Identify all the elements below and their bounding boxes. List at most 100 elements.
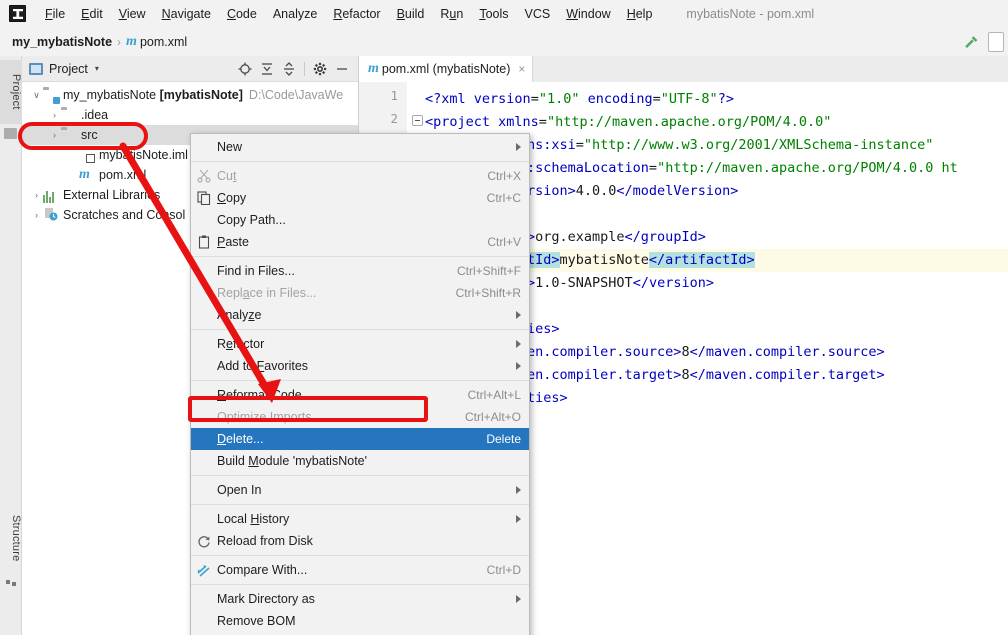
code-fold-marker[interactable] xyxy=(412,115,423,126)
context-menu-item-label: Add to Favorites xyxy=(217,359,309,373)
project-panel-header: Project ▾ xyxy=(22,56,358,82)
reload-icon xyxy=(191,534,217,548)
chevron-toggle-icon[interactable]: › xyxy=(48,130,61,140)
menu-vcs[interactable]: VCS xyxy=(517,4,559,24)
tree-node-my-mybatisnote[interactable]: ∨ my_mybatisNote [mybatisNote] D:\Code\Jav… xyxy=(22,85,358,105)
project-panel-title: Project xyxy=(49,61,88,76)
maven-m-icon: m xyxy=(79,167,90,182)
menu-build[interactable]: Build xyxy=(389,4,433,24)
context-menu-item-cut: Cut Ctrl+X xyxy=(191,165,529,187)
context-menu-item-add-to-favorites[interactable]: Add to Favorites xyxy=(191,355,529,377)
navbar-actions xyxy=(960,31,1008,53)
structure-icon xyxy=(6,578,16,587)
context-menu-item-new[interactable]: New xyxy=(191,136,529,158)
tree-node-idea[interactable]: › .idea xyxy=(22,105,358,125)
context-menu-item-label: Local History xyxy=(217,512,290,526)
menu-navigate[interactable]: Navigate xyxy=(154,4,219,24)
context-menu-item-analyze[interactable]: Analyze xyxy=(191,304,529,326)
context-menu-item-label: Compare With... xyxy=(217,563,308,577)
maven-m-icon: m xyxy=(126,33,137,49)
context-menu-item-open-in[interactable]: Open In xyxy=(191,479,529,501)
breadcrumb-project[interactable]: my_mybatisNote xyxy=(12,35,112,49)
breadcrumb: my_mybatisNote › m pom.xml xyxy=(0,34,187,50)
code-line: >1.0-SNAPSHOT</version> xyxy=(527,275,714,291)
chevron-toggle-icon[interactable]: › xyxy=(48,110,61,120)
menu-code[interactable]: Code xyxy=(219,4,265,24)
submenu-arrow-icon xyxy=(516,486,521,494)
context-menu-item-label: Reformat Code xyxy=(217,388,302,402)
context-menu-item-reformat-code[interactable]: Reformat Code Ctrl+Alt+L xyxy=(191,384,529,406)
sidebar-item-structure[interactable]: Structure xyxy=(0,502,22,574)
context-menu-item-build-module-mybatisnote[interactable]: Build Module 'mybatisNote' xyxy=(191,450,529,472)
navigation-bar: my_mybatisNote › m pom.xml xyxy=(0,27,1008,56)
context-menu-item-label: Remove BOM xyxy=(217,614,296,628)
navbar-extra-button[interactable] xyxy=(988,31,1004,52)
gear-settings-icon[interactable] xyxy=(310,59,330,79)
code-line: ties> xyxy=(527,390,568,406)
tree-node-label: External Libraries xyxy=(63,188,161,202)
chevron-toggle-icon[interactable]: › xyxy=(30,210,43,220)
editor-tab-label: pom.xml (mybatisNote) xyxy=(381,62,511,76)
context-menu-item-find-in-files[interactable]: Find in Files... Ctrl+Shift+F xyxy=(191,260,529,282)
chevron-down-icon[interactable]: ▾ xyxy=(95,64,99,73)
menu-file[interactable]: File xyxy=(37,4,73,24)
tab-pom-xml[interactable]: m pom.xml (mybatisNote) × xyxy=(359,56,534,82)
menu-separator xyxy=(191,475,529,476)
folder-icon xyxy=(61,107,77,123)
context-menu-shortcut: Ctrl+Shift+R xyxy=(455,286,521,300)
menu-run[interactable]: Run xyxy=(432,4,471,24)
context-menu-item-delete[interactable]: Delete... Delete xyxy=(191,428,529,450)
chevron-toggle-icon[interactable]: › xyxy=(30,190,43,200)
context-menu-item-label: Optimize Imports xyxy=(217,410,312,424)
context-menu-item-paste[interactable]: Paste Ctrl+V xyxy=(191,231,529,253)
iml-file-icon xyxy=(79,147,95,163)
scratches-icon xyxy=(43,207,59,223)
menu-help[interactable]: Help xyxy=(619,4,661,24)
menu-edit[interactable]: Edit xyxy=(73,4,111,24)
module-folder-icon xyxy=(43,87,59,103)
chevron-toggle-icon[interactable]: ∨ xyxy=(30,90,43,101)
menu-refactor[interactable]: Refactor xyxy=(325,4,388,24)
project-icon xyxy=(29,62,43,75)
context-menu-item-copy-path[interactable]: Copy Path... xyxy=(191,209,529,231)
hammer-icon[interactable] xyxy=(960,31,982,53)
menu-analyze[interactable]: Analyze xyxy=(265,4,325,24)
tree-node-label: pom.xml xyxy=(99,168,147,182)
hide-minimize-icon[interactable] xyxy=(332,59,352,79)
context-menu-item-mark-directory-as[interactable]: Mark Directory as xyxy=(191,588,529,610)
project-panel-toolbar xyxy=(235,59,358,79)
collapse-all-icon[interactable] xyxy=(279,59,299,79)
project-icon xyxy=(4,128,17,139)
menu-view[interactable]: View xyxy=(111,4,154,24)
code-line: <project xmlns="http://maven.apache.org/… xyxy=(425,114,832,130)
menu-separator xyxy=(191,504,529,505)
context-menu-item-remove-bom[interactable]: Remove BOM xyxy=(191,610,529,632)
submenu-arrow-icon xyxy=(516,595,521,603)
scissors-icon xyxy=(191,169,217,183)
code-line: ies> xyxy=(527,321,560,337)
context-menu-item-local-history[interactable]: Local History xyxy=(191,508,529,530)
submenu-arrow-icon xyxy=(516,362,521,370)
context-menu-item-copy[interactable]: Copy Ctrl+C xyxy=(191,187,529,209)
menu-tools[interactable]: Tools xyxy=(471,4,516,24)
close-icon[interactable]: × xyxy=(518,62,525,76)
expand-all-icon[interactable] xyxy=(257,59,277,79)
tool-tab-label: Structure xyxy=(10,514,22,562)
context-menu-item-reload-from-disk[interactable]: Reload from Disk xyxy=(191,530,529,552)
context-menu-item-label: Copy Path... xyxy=(217,213,286,227)
context-menu-item-label: Delete... xyxy=(217,432,264,446)
external-libraries-icon xyxy=(43,187,59,203)
breadcrumb-file[interactable]: pom.xml xyxy=(140,35,187,49)
context-menu-shortcut: Ctrl+X xyxy=(487,169,521,183)
context-menu-item-label: Paste xyxy=(217,235,249,249)
menu-separator xyxy=(191,555,529,556)
locate-target-icon[interactable] xyxy=(235,59,255,79)
context-menu-item-refactor[interactable]: Refactor xyxy=(191,333,529,355)
sidebar-item-project[interactable]: Project xyxy=(0,60,22,124)
context-menu-item-label: Build Module 'mybatisNote' xyxy=(217,454,368,468)
context-menu-shortcut: Ctrl+Shift+F xyxy=(456,264,521,278)
context-menu-item-compare-with[interactable]: Compare With... Ctrl+D xyxy=(191,559,529,581)
maven-m-icon: m xyxy=(368,61,379,76)
menu-window[interactable]: Window xyxy=(558,4,618,24)
context-menu-item-optimize-imports: Optimize Imports Ctrl+Alt+O xyxy=(191,406,529,428)
